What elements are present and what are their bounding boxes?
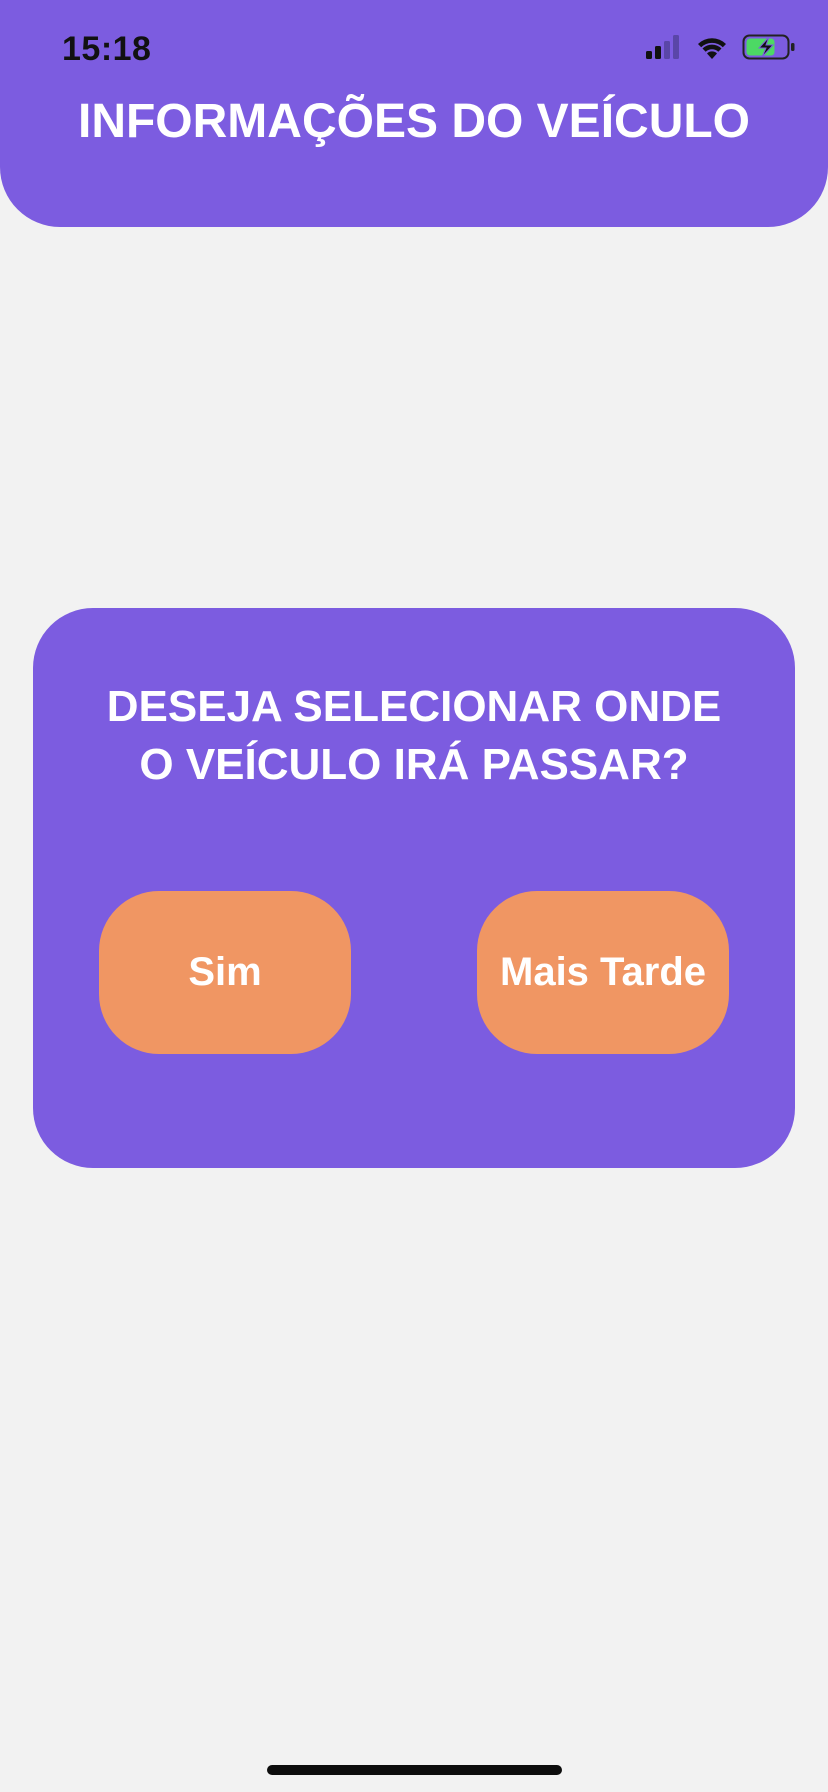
status-icons <box>646 34 796 60</box>
later-button[interactable]: Mais Tarde <box>477 891 729 1054</box>
home-indicator[interactable] <box>267 1765 562 1775</box>
battery-charging-icon <box>742 34 796 60</box>
page-title: INFORMAÇÕES DO VEÍCULO <box>77 95 751 148</box>
yes-button[interactable]: Sim <box>99 891 351 1054</box>
signal-icon <box>646 35 682 59</box>
selection-dialog: DESEJA SELECIONAR ONDE O VEÍCULO IRÁ PAS… <box>33 608 795 1168</box>
dialog-question: DESEJA SELECIONAR ONDE O VEÍCULO IRÁ PAS… <box>106 682 722 789</box>
yes-button-label: Sim <box>188 950 262 994</box>
later-button-label: Mais Tarde <box>500 950 706 994</box>
status-time: 15:18 <box>62 30 152 68</box>
header-bar: 15:18 INFORMAÇÕES DO VEÍCULO <box>0 0 828 227</box>
wifi-icon <box>696 35 728 59</box>
